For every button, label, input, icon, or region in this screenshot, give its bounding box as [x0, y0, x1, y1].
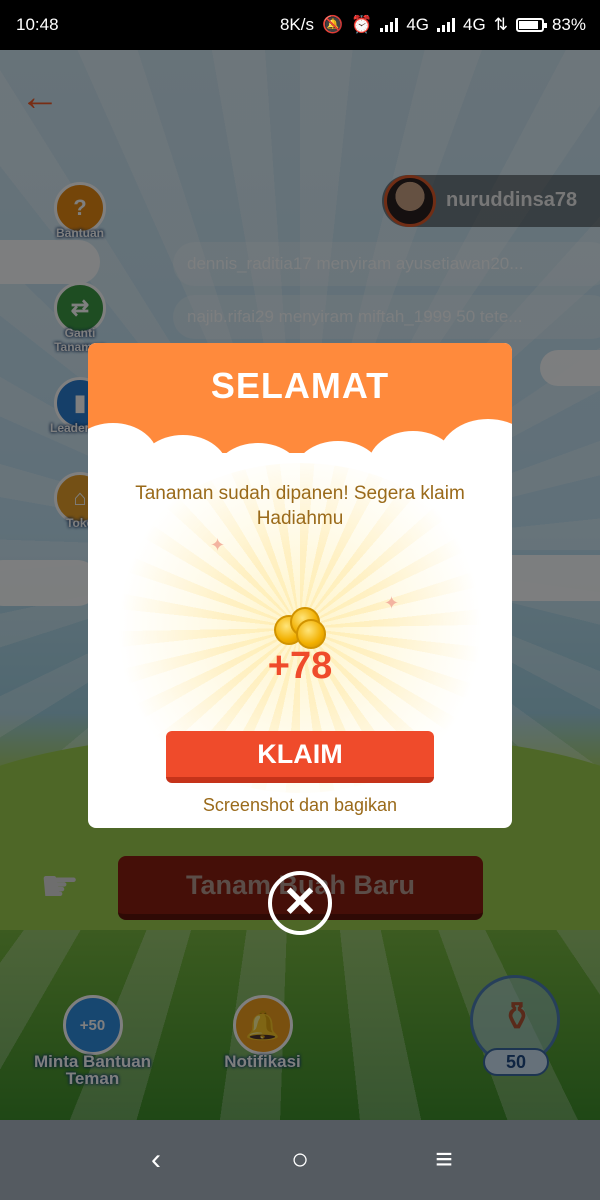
signal-icon: [380, 18, 399, 32]
data-arrows-icon: ⇅: [493, 15, 508, 34]
reward-dialog: SELAMAT Tanaman sudah dipanen! Segera kl…: [88, 343, 512, 828]
dialog-message: Tanaman sudah dipanen! Segera klaim Hadi…: [135, 483, 465, 529]
navigation-bar: ‹ ○ ≡: [0, 1120, 600, 1200]
coins-icon: [274, 605, 328, 649]
share-screenshot-link[interactable]: Screenshot dan bagikan: [88, 795, 512, 816]
battery-icon: [515, 18, 547, 32]
status-icons: 8K/s 🔕 ⏰ 4G 4G ⇅ 83%: [280, 15, 586, 35]
nav-menu-icon[interactable]: ≡: [424, 1142, 464, 1178]
reward-amount: +78: [267, 645, 333, 687]
claim-button[interactable]: KLAIM: [166, 731, 434, 783]
battery-level: 83%: [551, 15, 586, 34]
sparkle-icon: ✦: [384, 593, 400, 613]
nav-home-icon[interactable]: ○: [280, 1142, 320, 1178]
nav-back-icon[interactable]: ‹: [136, 1142, 176, 1178]
mute-icon: 🔕: [322, 15, 344, 34]
network-1: 4G: [406, 15, 430, 34]
dialog-title: SELAMAT: [210, 365, 390, 406]
status-bar: 10:48 8K/s 🔕 ⏰ 4G 4G ⇅ 83%: [0, 0, 600, 50]
signal-icon-2: [437, 18, 456, 32]
network-2: 4G: [463, 15, 486, 34]
status-time: 10:48: [16, 15, 59, 34]
sparkle-icon: ✦: [210, 535, 226, 555]
close-icon[interactable]: ✕: [268, 871, 332, 935]
net-speed: 8K/s: [279, 15, 314, 34]
alarm-icon: ⏰: [351, 15, 373, 34]
